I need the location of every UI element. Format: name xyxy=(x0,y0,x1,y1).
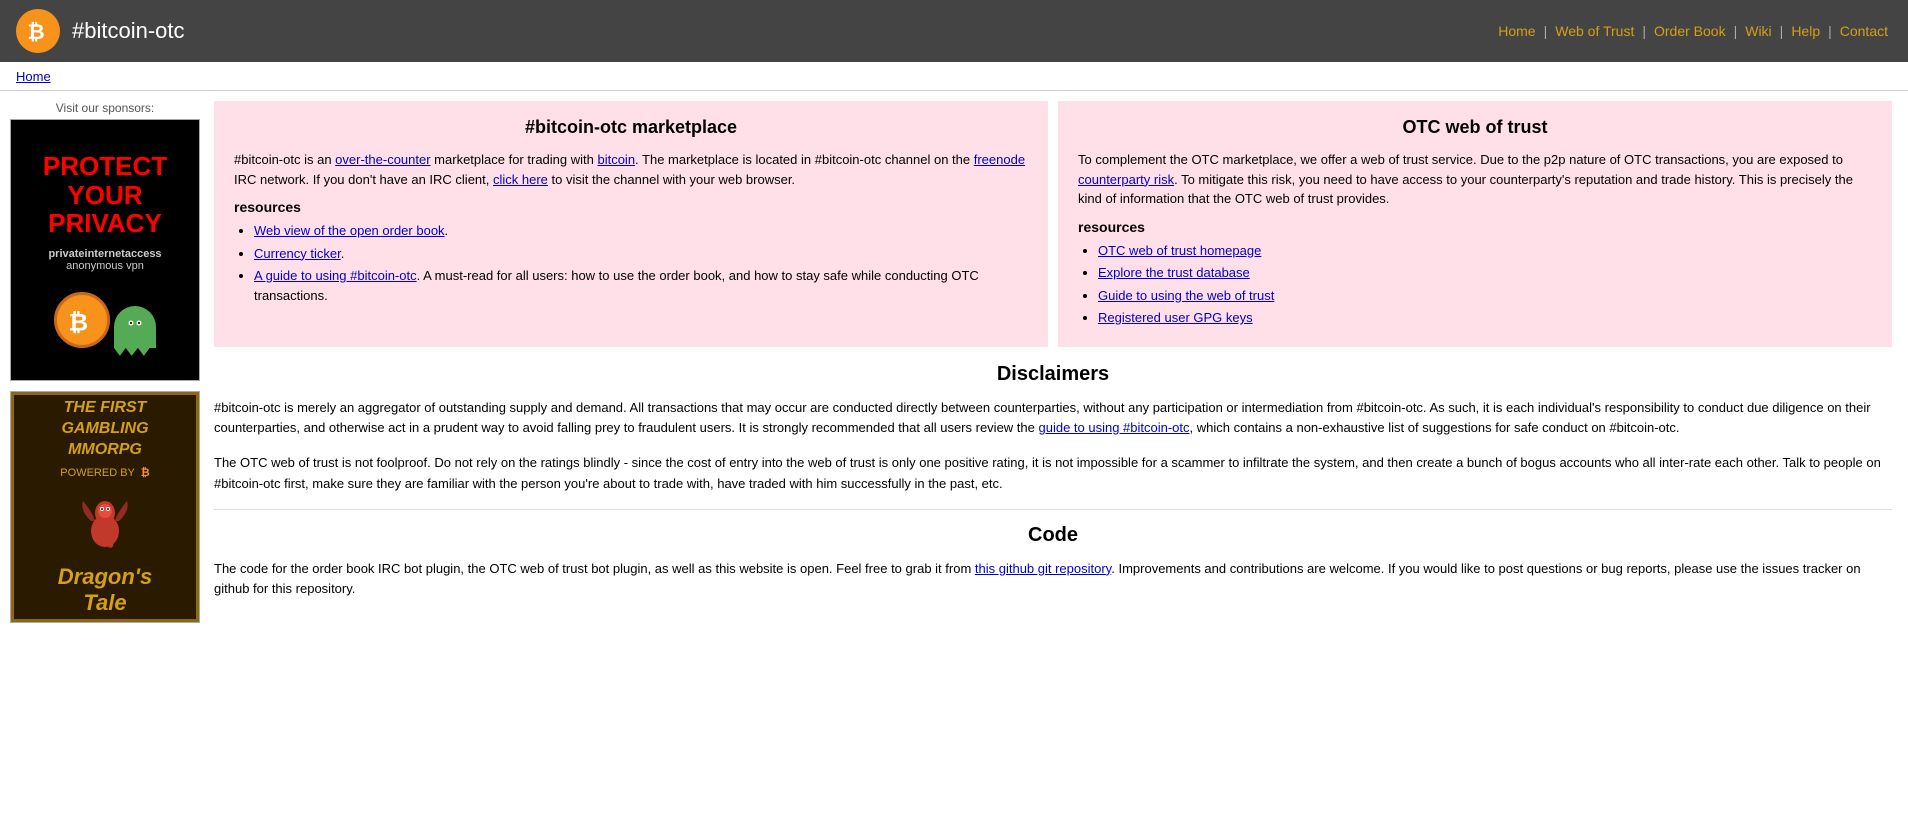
nav-contact[interactable]: Contact xyxy=(1836,21,1892,41)
wot-box: OTC web of trust To complement the OTC m… xyxy=(1058,101,1892,347)
dragons-headline: The First Gambling MMORPG xyxy=(61,398,148,460)
marketplace-resources-list: Web view of the open order book. Currenc… xyxy=(254,221,1028,305)
dragons-powered: POWERED BY ₿ xyxy=(60,467,149,479)
svg-text:₿: ₿ xyxy=(28,21,45,44)
list-item: OTC web of trust homepage xyxy=(1098,241,1872,261)
divider xyxy=(214,509,1892,510)
guide-link[interactable]: A guide to using #bitcoin-otc xyxy=(254,268,417,283)
list-item: Web view of the open order book. xyxy=(254,221,1028,241)
nav-home[interactable]: Home xyxy=(1494,21,1539,41)
sponsor-dragons[interactable]: The First Gambling MMORPG POWERED BY ₿ xyxy=(10,391,200,623)
disclaimers-title: Disclaimers xyxy=(214,363,1892,386)
nav-help[interactable]: Help xyxy=(1787,21,1824,41)
marketplace-box: #bitcoin-otc marketplace #bitcoin-otc is… xyxy=(214,101,1048,347)
content-area: #bitcoin-otc marketplace #bitcoin-otc is… xyxy=(214,101,1908,633)
wot-desc: To complement the OTC marketplace, we of… xyxy=(1078,150,1872,209)
disclaimers-para2: The OTC web of trust is not foolproof. D… xyxy=(214,453,1892,495)
code-title: Code xyxy=(214,524,1892,547)
wot-guide-link[interactable]: Guide to using the web of trust xyxy=(1098,288,1274,303)
pia-headline: PROTECT YOUR PRIVACY xyxy=(43,152,167,238)
ghost-icon xyxy=(114,306,156,348)
bitcoin-coin-icon: ₿ xyxy=(54,292,110,348)
marketplace-desc: #bitcoin-otc is an over-the-counter mark… xyxy=(234,150,1028,189)
marketplace-resources-label: resources xyxy=(234,199,1028,215)
svg-text:₿: ₿ xyxy=(69,309,89,336)
ticker-link[interactable]: Currency ticker xyxy=(254,246,341,261)
list-item: A guide to using #bitcoin-otc. A must-re… xyxy=(254,266,1028,305)
breadcrumb-home[interactable]: Home xyxy=(16,69,51,84)
over-the-counter-link[interactable]: over-the-counter xyxy=(335,152,430,167)
wot-title: OTC web of trust xyxy=(1078,117,1872,138)
sponsor-pia[interactable]: PROTECT YOUR PRIVACY privateinternetacce… xyxy=(10,119,200,381)
dragon-icon xyxy=(75,491,135,554)
code-para: The code for the order book IRC bot plug… xyxy=(214,559,1892,601)
wot-resources-label: resources xyxy=(1078,219,1872,235)
list-item: Currency ticker. xyxy=(254,244,1028,264)
guide-link-disclaimer[interactable]: guide to using #bitcoin-otc xyxy=(1038,420,1189,435)
nav-orderbook[interactable]: Order Book xyxy=(1650,21,1730,41)
wot-gpg-link[interactable]: Registered user GPG keys xyxy=(1098,310,1253,325)
orderbook-link[interactable]: Web view of the open order book xyxy=(254,223,445,238)
github-link[interactable]: this github git repository xyxy=(975,561,1111,576)
counterparty-risk-link[interactable]: counterparty risk xyxy=(1078,172,1174,187)
nav-wot[interactable]: Web of Trust xyxy=(1551,21,1638,41)
main-nav: Home | Web of Trust | Order Book | Wiki … xyxy=(1494,21,1892,41)
bitcoin-logo: ₿ xyxy=(16,9,60,53)
list-item: Explore the trust database xyxy=(1098,263,1872,283)
wot-resources-list: OTC web of trust homepage Explore the tr… xyxy=(1098,241,1872,328)
site-title: #bitcoin-otc xyxy=(72,18,1494,44)
header: ₿ #bitcoin-otc Home | Web of Trust | Ord… xyxy=(0,0,1908,62)
main-wrapper: Visit our sponsors: PROTECT YOUR PRIVACY… xyxy=(0,91,1908,643)
code-section: Code The code for the order book IRC bot… xyxy=(214,524,1892,601)
list-item: Guide to using the web of trust xyxy=(1098,286,1872,306)
freenode-link[interactable]: freenode xyxy=(974,152,1025,167)
bitcoin-link[interactable]: bitcoin xyxy=(597,152,635,167)
wot-home-link[interactable]: OTC web of trust homepage xyxy=(1098,243,1261,258)
pia-brand: privateinternetaccess anonymous vpn xyxy=(48,248,161,272)
nav-wiki[interactable]: Wiki xyxy=(1741,21,1775,41)
pia-icons: ₿ xyxy=(54,292,156,348)
sidebar: Visit our sponsors: PROTECT YOUR PRIVACY… xyxy=(10,101,200,633)
disclaimers-section: Disclaimers #bitcoin-otc is merely an ag… xyxy=(214,363,1892,495)
top-boxes: #bitcoin-otc marketplace #bitcoin-otc is… xyxy=(214,101,1892,347)
disclaimers-para1: #bitcoin-otc is merely an aggregator of … xyxy=(214,398,1892,440)
wot-db-link[interactable]: Explore the trust database xyxy=(1098,265,1250,280)
list-item: Registered user GPG keys xyxy=(1098,308,1872,328)
marketplace-title: #bitcoin-otc marketplace xyxy=(234,117,1028,138)
dragons-name: Dragon's Tale xyxy=(58,564,152,616)
click-here-link[interactable]: click here xyxy=(493,172,548,187)
breadcrumb: Home xyxy=(0,62,1908,91)
sponsor-label: Visit our sponsors: xyxy=(10,101,200,115)
